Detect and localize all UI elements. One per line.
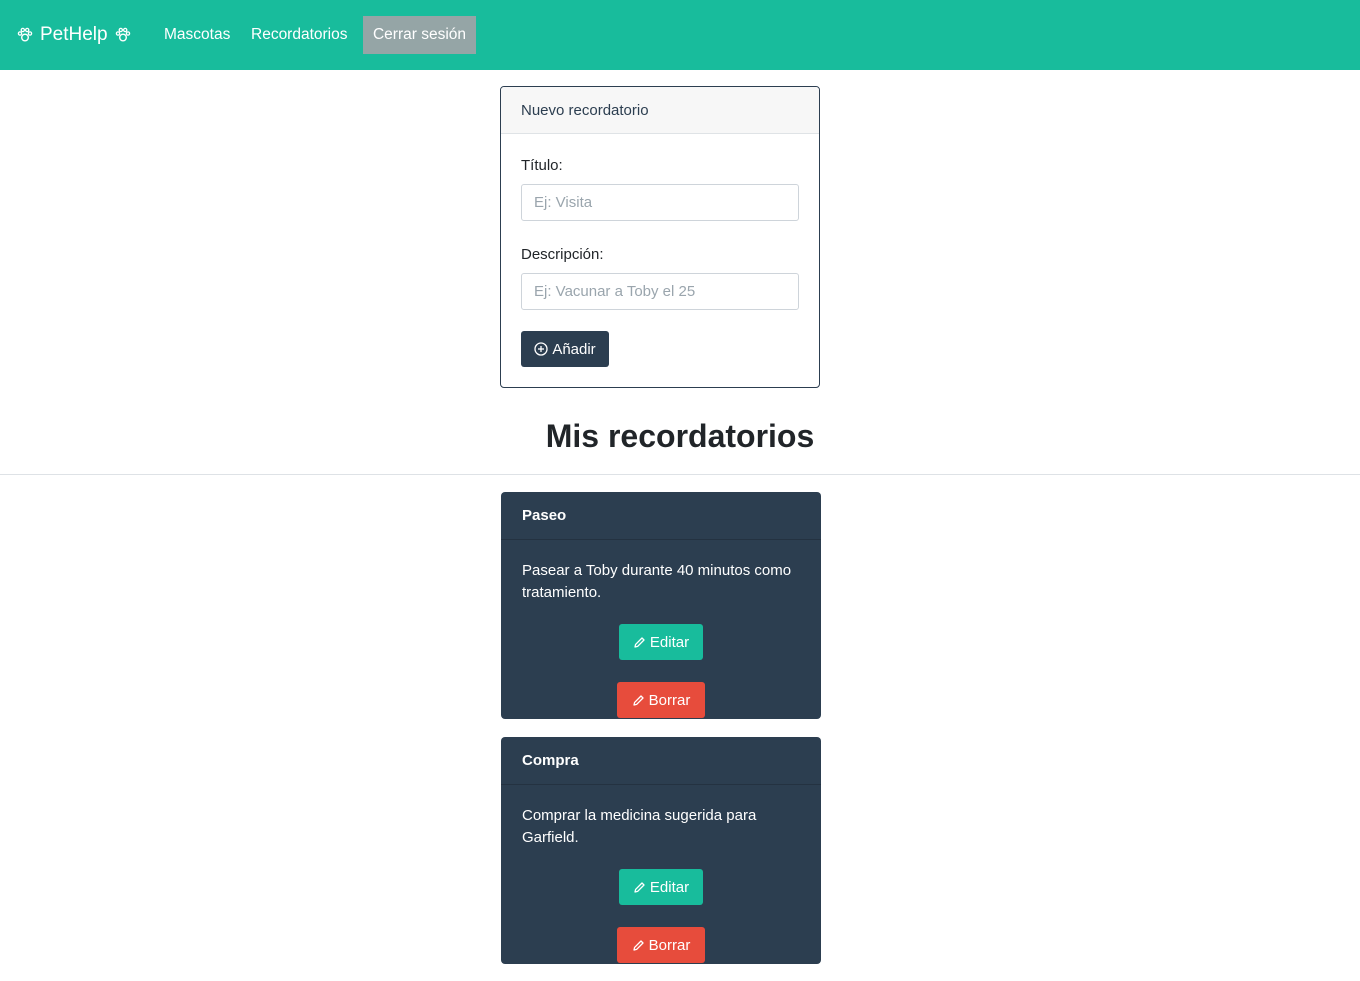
title-input[interactable] <box>521 184 799 221</box>
pencil-icon <box>634 881 645 893</box>
new-reminder-card: Nuevo recordatorio Título: Descripción: … <box>500 86 820 388</box>
nav-link-recordatorios[interactable]: Recordatorios <box>251 24 348 46</box>
edit-button[interactable]: Editar <box>619 869 703 905</box>
paw-icon <box>17 27 33 42</box>
new-reminder-header: Nuevo recordatorio <box>501 87 819 134</box>
reminder-description: Pasear a Toby durante 40 minutos como tr… <box>522 562 792 601</box>
plus-circle-icon <box>534 342 548 356</box>
reminder-card: Paseo Pasear a Toby durante 40 minutos c… <box>501 492 821 719</box>
delete-button-label: Borrar <box>648 691 691 709</box>
delete-button[interactable]: Borrar <box>617 927 705 963</box>
paw-icon <box>115 27 130 42</box>
brand-link[interactable]: PetHelp <box>17 22 131 48</box>
page-title: Mis recordatorios <box>545 418 815 454</box>
pencil-icon <box>634 636 645 648</box>
delete-button-label: Borrar <box>648 936 691 954</box>
add-button-label: Añadir <box>552 340 596 358</box>
edit-button-label: Editar <box>649 878 690 896</box>
add-reminder-button[interactable]: Añadir <box>521 331 609 367</box>
edit-button-label: Editar <box>649 633 690 651</box>
reminder-card: Compra Comprar la medicina sugerida para… <box>501 737 821 964</box>
pencil-icon <box>633 939 644 951</box>
delete-button[interactable]: Borrar <box>617 682 705 718</box>
edit-button[interactable]: Editar <box>619 624 703 660</box>
reminder-title: Paseo <box>501 492 821 540</box>
description-label: Descripción: <box>521 246 604 263</box>
description-input[interactable] <box>521 273 799 310</box>
pencil-icon <box>633 694 644 706</box>
title-label: Título: <box>521 157 563 174</box>
reminder-description: Comprar la medicina sugerida para Garfie… <box>522 807 757 846</box>
divider <box>0 474 1360 475</box>
navbar: PetHelp Mascotas Recordatorios Cerrar se… <box>0 0 1360 70</box>
logout-button[interactable]: Cerrar sesión <box>363 16 476 54</box>
reminder-title: Compra <box>501 737 821 785</box>
brand-name: PetHelp <box>40 24 108 45</box>
nav-link-mascotas[interactable]: Mascotas <box>164 24 230 46</box>
